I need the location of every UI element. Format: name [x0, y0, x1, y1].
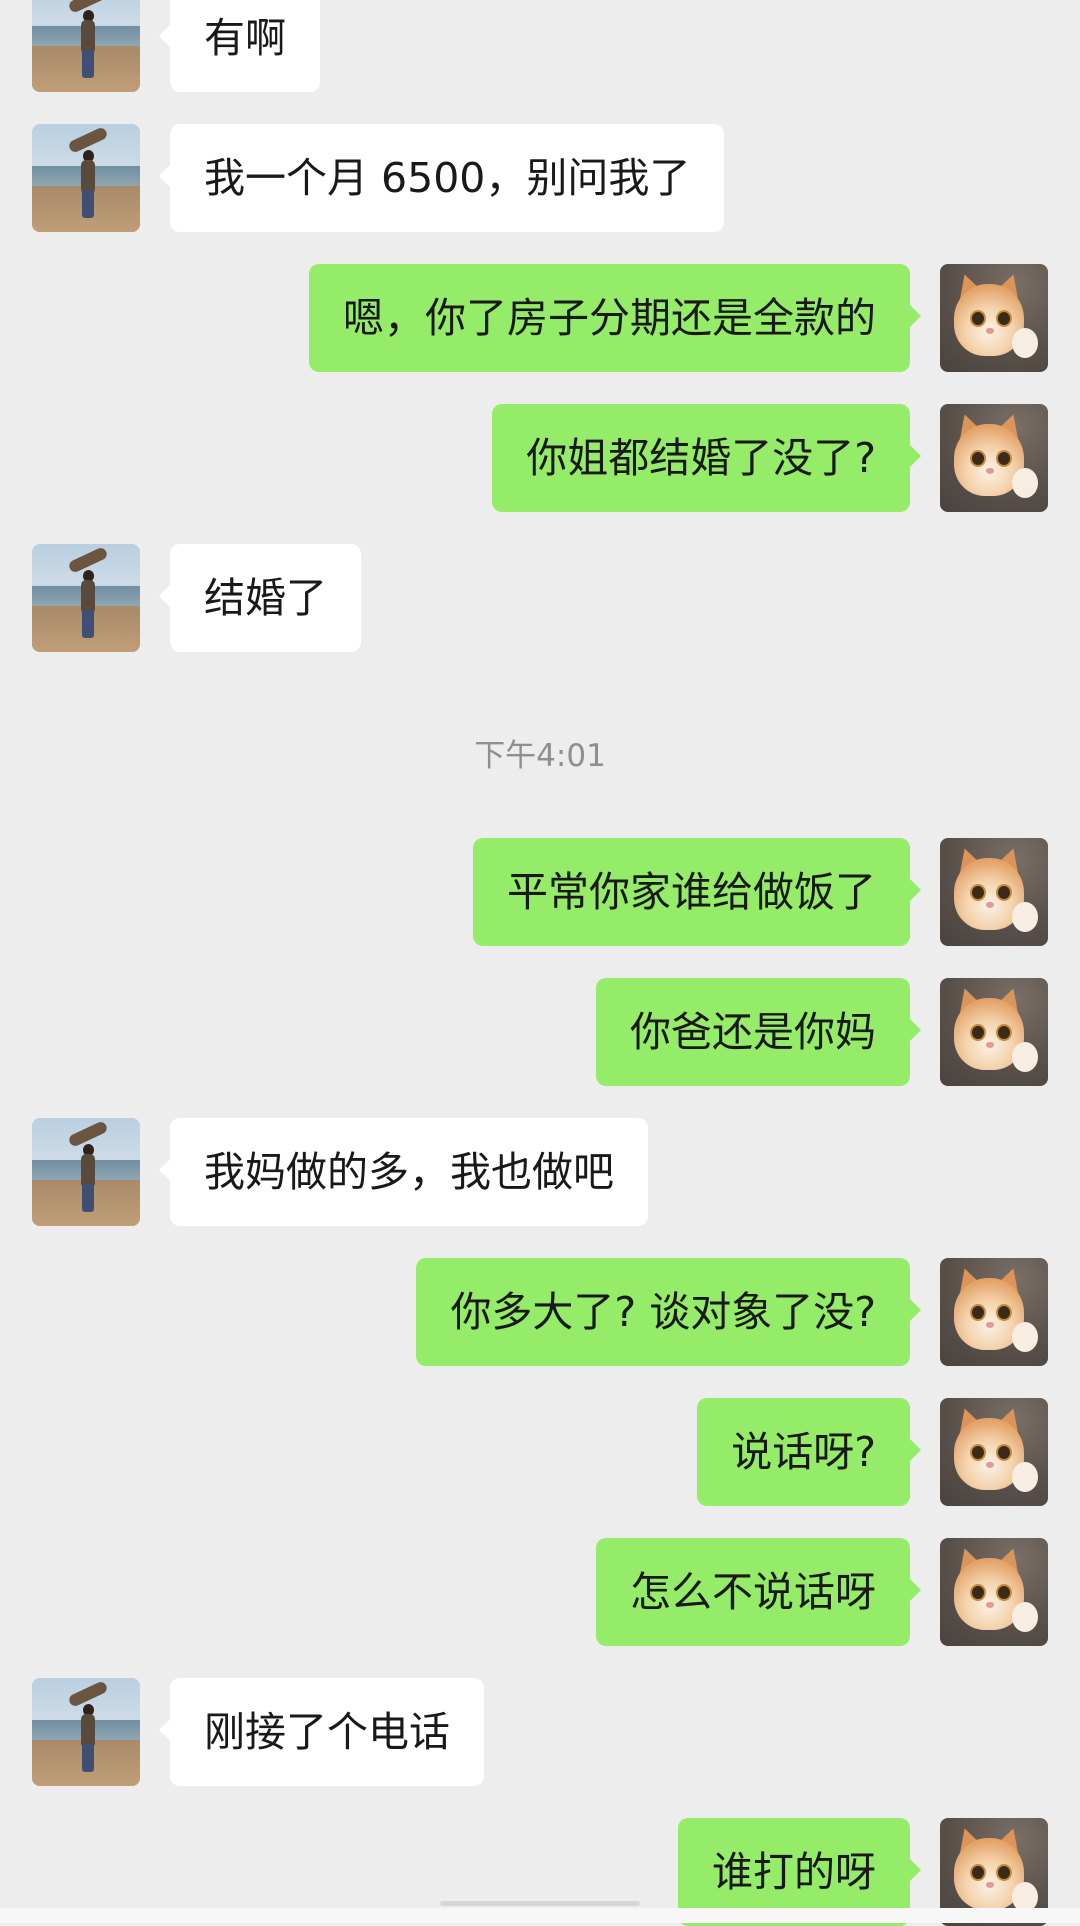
- time-divider: 下午4:01: [474, 738, 606, 774]
- message-row-outgoing: 你多大了? 谈对象了没?: [0, 1258, 1080, 1366]
- message-bubble[interactable]: 怎么不说话呀: [596, 1538, 921, 1646]
- home-indicator[interactable]: [440, 1901, 640, 1906]
- message-row-incoming: 我妈做的多，我也做吧: [0, 1118, 1080, 1226]
- message-row-outgoing: 你姐都结婚了没了?: [0, 404, 1080, 512]
- bottom-edge: [0, 1908, 1080, 1923]
- message-bubble[interactable]: 你姐都结婚了没了?: [492, 404, 921, 512]
- message-row-incoming: 有啊: [0, 0, 1080, 92]
- friend-avatar[interactable]: [32, 124, 140, 232]
- my-avatar[interactable]: [940, 1398, 1048, 1506]
- friend-avatar[interactable]: [32, 544, 140, 652]
- my-avatar[interactable]: [940, 264, 1048, 372]
- message-bubble[interactable]: 说话呀?: [697, 1398, 921, 1506]
- message-row-outgoing: 嗯，你了房子分期还是全款的: [0, 264, 1080, 372]
- message-bubble[interactable]: 平常你家谁给做饭了: [473, 838, 921, 946]
- message-row-outgoing: 你爸还是你妈: [0, 978, 1080, 1086]
- message-row-incoming: 刚接了个电话: [0, 1678, 1080, 1786]
- message-bubble[interactable]: 有啊: [159, 0, 320, 92]
- my-avatar[interactable]: [940, 1258, 1048, 1366]
- message-bubble[interactable]: 你爸还是你妈: [596, 978, 921, 1086]
- my-avatar[interactable]: [940, 978, 1048, 1086]
- message-bubble[interactable]: 刚接了个电话: [159, 1678, 484, 1786]
- message-bubble[interactable]: 我妈做的多，我也做吧: [159, 1118, 648, 1226]
- message-bubble[interactable]: 我一个月 6500，别问我了: [158, 124, 725, 232]
- message-row-outgoing: 说话呀?: [0, 1398, 1080, 1506]
- message-row-incoming: 结婚了: [0, 544, 1080, 652]
- message-bubble[interactable]: 结婚了: [159, 544, 361, 652]
- chat-message-list[interactable]: 有啊 我一个月 6500，别问我了 嗯，你了房子分期还是全款的 你姐都结婚了没了…: [0, 0, 1080, 1926]
- message-row-incoming: 我一个月 6500，别问我了: [0, 124, 1080, 232]
- my-avatar[interactable]: [940, 404, 1048, 512]
- friend-avatar[interactable]: [32, 1678, 140, 1786]
- my-avatar[interactable]: [940, 1538, 1048, 1646]
- message-bubble[interactable]: 你多大了? 谈对象了没?: [416, 1258, 921, 1366]
- message-row-outgoing: 怎么不说话呀: [0, 1538, 1080, 1646]
- friend-avatar[interactable]: [32, 1118, 140, 1226]
- message-bubble[interactable]: 嗯，你了房子分期还是全款的: [309, 264, 921, 372]
- message-row-outgoing: 平常你家谁给做饭了: [0, 838, 1080, 946]
- my-avatar[interactable]: [940, 838, 1048, 946]
- friend-avatar[interactable]: [32, 0, 140, 92]
